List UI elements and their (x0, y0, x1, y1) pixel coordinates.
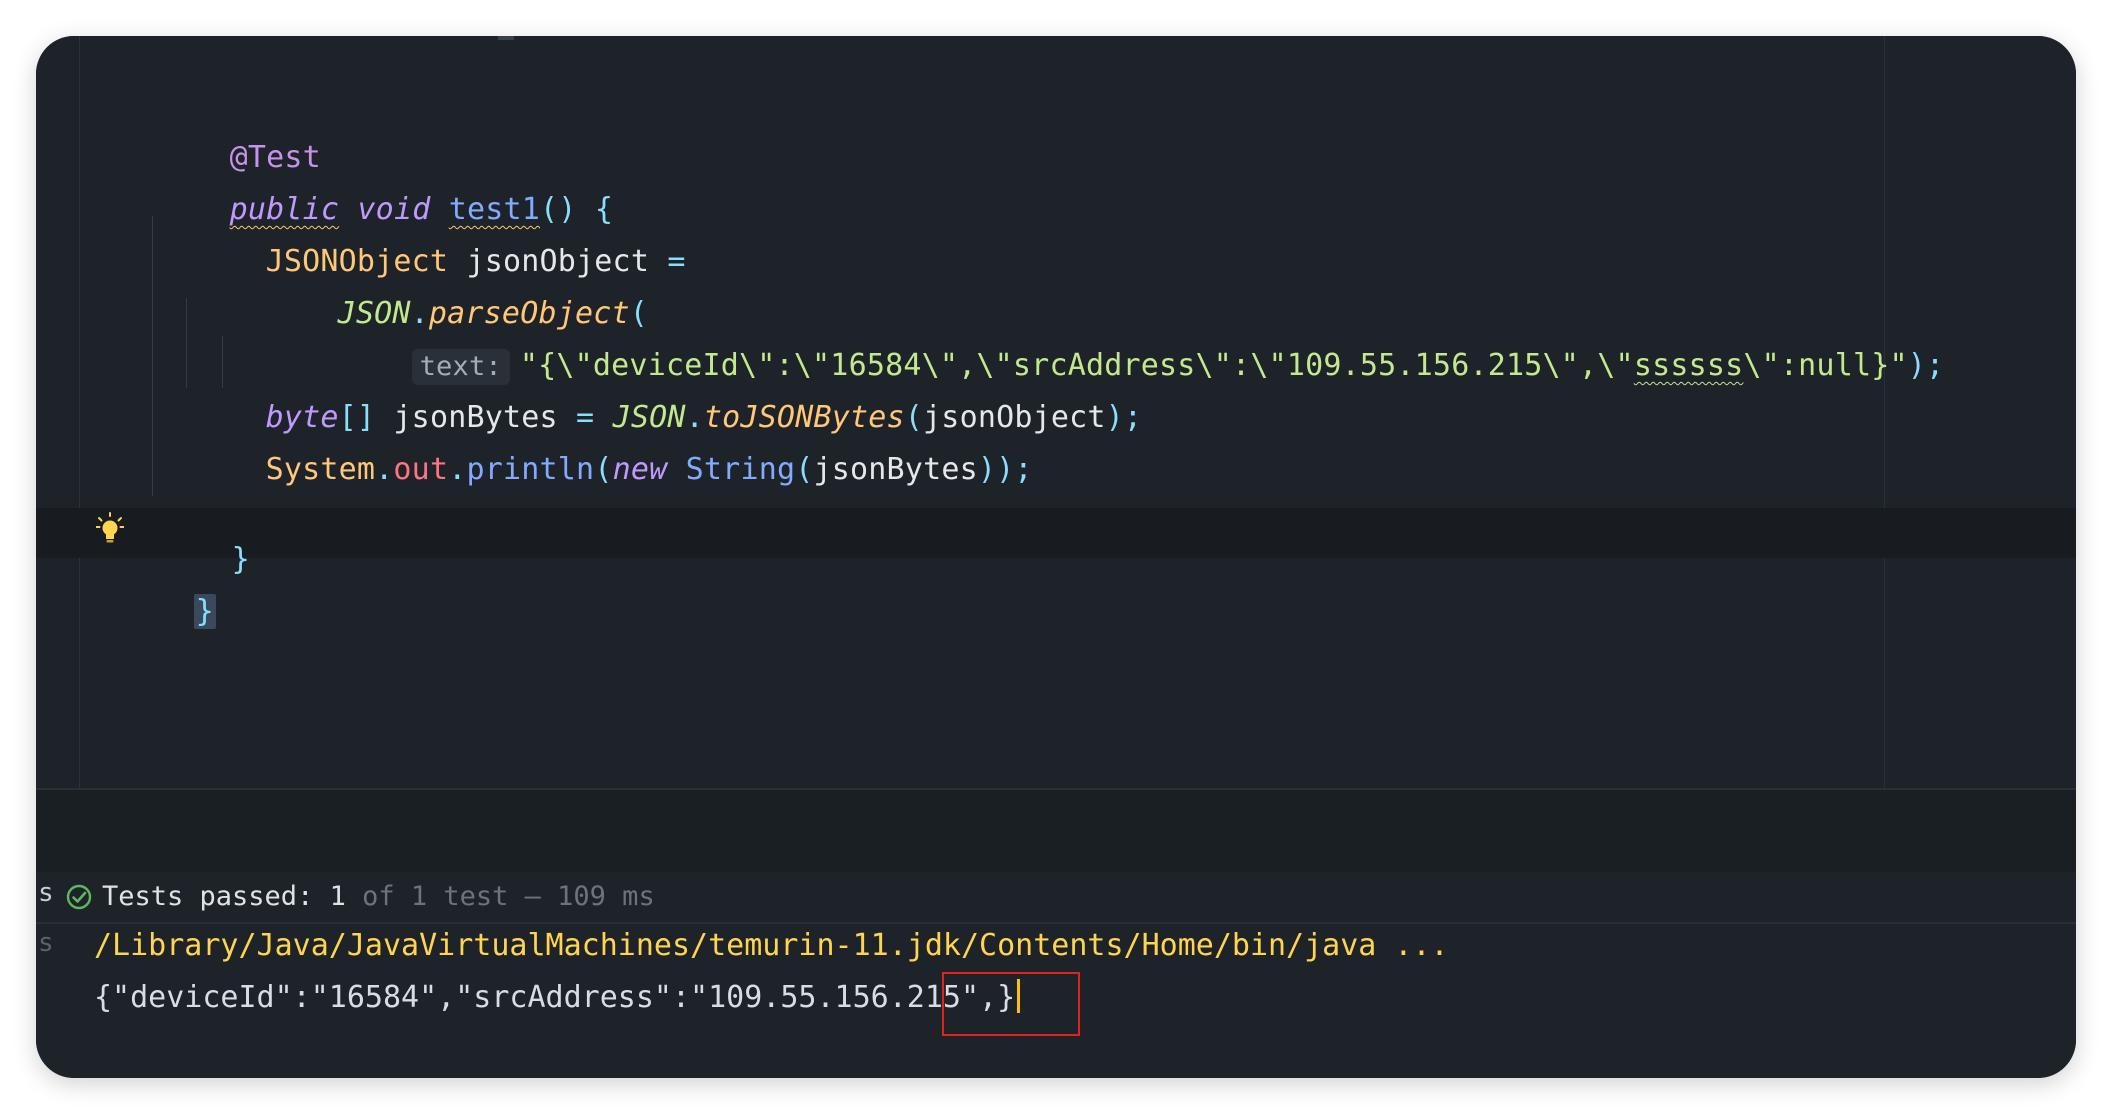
side-tab-label[interactable]: s (38, 928, 54, 958)
scroll-marker (498, 36, 514, 40)
argument-jsonbytes: jsonBytes (813, 452, 978, 487)
paren-open: ( (594, 452, 613, 487)
gutter-divider (79, 36, 80, 788)
java-command-path[interactable]: /Library/Java/JavaVirtualMachines/temuri… (94, 926, 1449, 966)
highlight-annotation-box (942, 972, 1080, 1036)
check-circle-icon (66, 884, 92, 910)
field-out: out (393, 452, 449, 487)
closing-brace-class: } (193, 594, 216, 629)
code-line-7[interactable]: System.out.println(new String(jsonBytes)… (156, 410, 1033, 530)
panel-separator[interactable] (36, 788, 2076, 874)
tests-passed-label: Tests passed: (102, 881, 330, 912)
code-editor[interactable]: @Test public void test1() { JSONObject j… (36, 36, 2076, 788)
method-println: println (466, 452, 595, 487)
statement-end: ); (1105, 400, 1143, 435)
paren-open: ( (795, 452, 814, 487)
statement-end: ); (1907, 348, 1945, 383)
lightbulb-icon[interactable] (96, 512, 124, 546)
class-system: System (265, 452, 376, 487)
keyword-new: new (612, 452, 668, 487)
ide-window: @Test public void test1() { JSONObject j… (36, 36, 2076, 1078)
dot: . (375, 452, 394, 487)
side-tab-label[interactable]: s (38, 878, 54, 908)
console-output-text: {"deviceId":"16584","srcAddress":"109.55… (94, 980, 1016, 1015)
console-output[interactable]: {"deviceId":"16584","srcAddress":"109.55… (94, 978, 1021, 1018)
string-literal-end: \":null}" (1743, 348, 1908, 383)
closing-brace-method: } (231, 542, 250, 577)
test-status-bar: s Tests passed: 1 of 1 test – 109 ms (36, 872, 2076, 924)
tests-detail: of 1 test – 109 ms (345, 881, 655, 912)
code-line-9[interactable]: } (84, 552, 216, 672)
class-string: String (685, 452, 796, 487)
test-summary: Tests passed: 1 of 1 test – 109 ms (102, 876, 655, 918)
dot: . (448, 452, 467, 487)
statement-end: )); (977, 452, 1033, 487)
tests-passed-count: 1 (329, 881, 346, 912)
operator-equals: = (667, 244, 686, 279)
string-typo: ssssss (1633, 348, 1744, 383)
